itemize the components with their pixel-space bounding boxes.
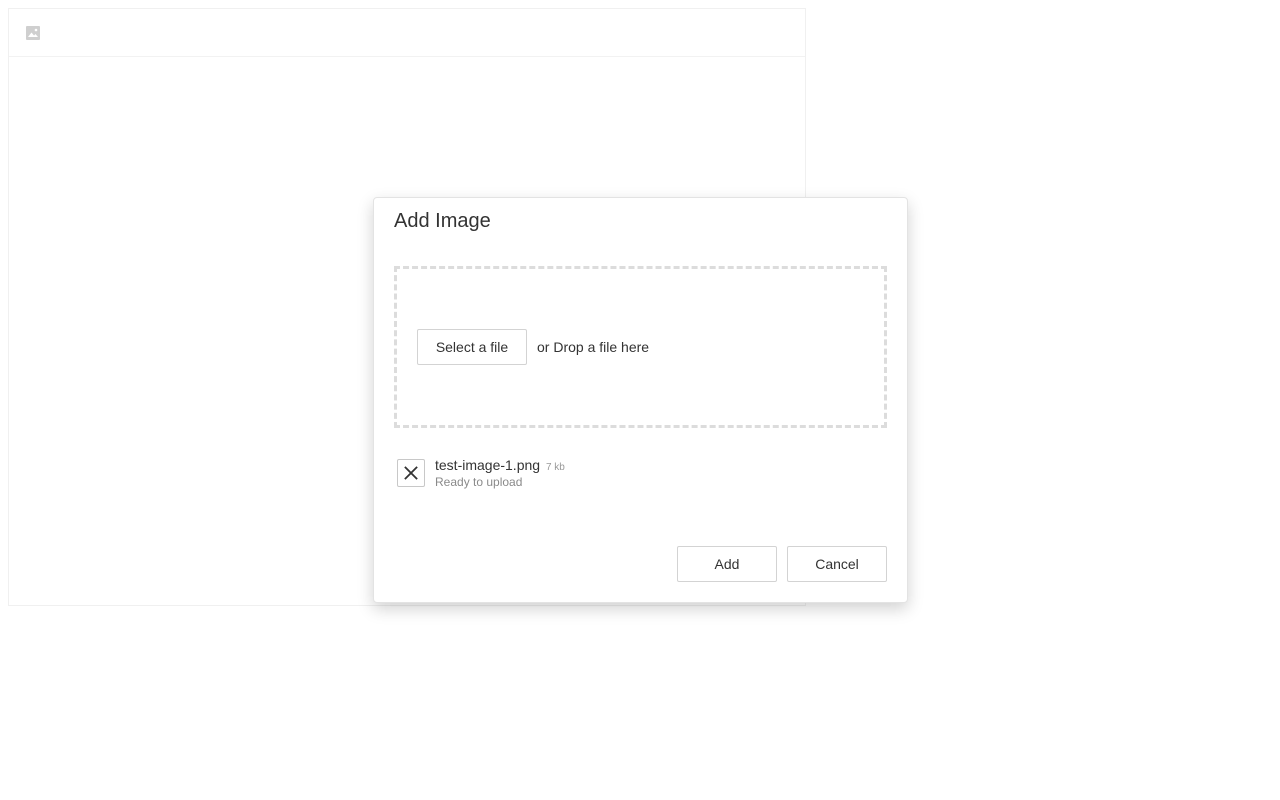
add-button[interactable]: Add (677, 546, 777, 582)
remove-file-button[interactable] (397, 459, 425, 487)
cancel-button[interactable]: Cancel (787, 546, 887, 582)
dialog-title: Add Image (394, 210, 491, 232)
file-status: Ready to upload (435, 475, 523, 489)
file-name-line: test-image-1.png 7 kb (435, 457, 565, 473)
editor-toolbar (9, 9, 805, 57)
file-size: 7 kb (545, 462, 565, 473)
file-dropzone[interactable]: Select a file or Drop a file here (394, 266, 887, 428)
drop-hint: or Drop a file here (537, 339, 650, 355)
close-icon (404, 466, 418, 480)
image-icon[interactable] (25, 25, 41, 41)
add-image-dialog: Add Image Select a file or Drop a file h… (373, 197, 908, 603)
select-file-button[interactable]: Select a file (417, 329, 527, 365)
file-name: test-image-1.png (435, 457, 541, 473)
file-list-item: test-image-1.png 7 kb Ready to upload (397, 455, 877, 495)
